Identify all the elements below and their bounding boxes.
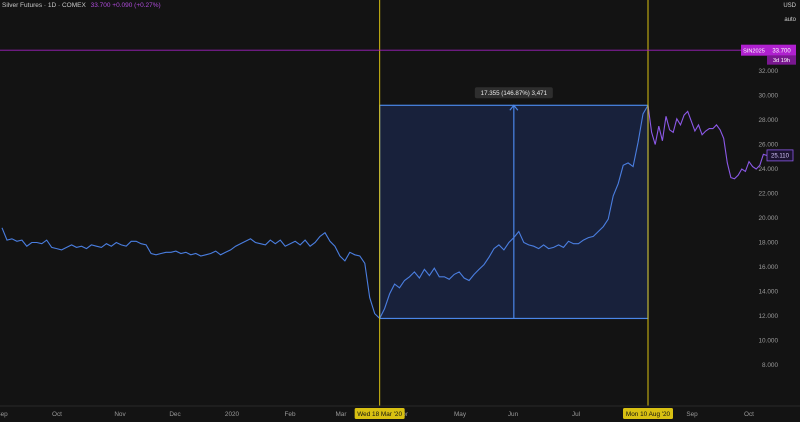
x-tick-label: Sep <box>686 411 698 418</box>
sin-price-badge: 33.700 <box>772 48 791 54</box>
x-tick-label: Jul <box>572 411 580 418</box>
y-tick-label: 16.000 <box>758 264 778 271</box>
sin-time-badge: 3d 19h <box>773 58 790 64</box>
sin-badge-label: SIN2025 <box>743 48 765 54</box>
y-tick-label: 22.000 <box>758 191 778 198</box>
chart-header: Silver Futures · 1D · COMEX 33.700 +0.09… <box>2 2 161 9</box>
y-tick-label: 32.000 <box>758 68 778 75</box>
x-tick-label: May <box>454 411 467 418</box>
y-tick-label: 14.000 <box>758 289 778 296</box>
top-right-controls: USD auto <box>783 3 796 31</box>
y-tick-label: 18.000 <box>758 240 778 247</box>
x-tick-label: Jun <box>508 411 519 418</box>
y-tick-label: 10.000 <box>758 338 778 345</box>
y-tick-label: 12.000 <box>758 313 778 320</box>
marker-date-label: Mon 10 Aug '20 <box>626 411 671 418</box>
y-tick-label: 20.000 <box>758 215 778 222</box>
last-price-badge: 25.110 <box>771 154 790 160</box>
x-tick-label: 2020 <box>225 411 240 418</box>
x-tick-label: Sep <box>0 411 8 418</box>
price-chart[interactable]: 17.355 (146.87%) 3,471 8.000 10.000 12.000… <box>0 0 800 422</box>
x-tick-label: Mar <box>335 411 347 418</box>
y-tick-label: 24.000 <box>758 166 778 173</box>
measure-label: 17.355 (146.87%) 3,471 <box>481 90 548 97</box>
x-tick-label: Nov <box>114 411 126 418</box>
x-tick-label: Dec <box>169 411 181 418</box>
currency-label[interactable]: USD <box>783 3 796 9</box>
quote-text: 33.700 +0.090 (+0.27%) <box>90 2 161 9</box>
y-tick-label: 28.000 <box>758 117 778 124</box>
y-tick-label: 8.000 <box>762 362 778 369</box>
auto-scale-button[interactable]: auto <box>783 17 796 23</box>
marker-date-label: Wed 18 Mar '20 <box>357 411 402 418</box>
x-tick-label: Oct <box>744 411 754 418</box>
x-tick-label: Feb <box>284 411 295 418</box>
x-tick-label: Oct <box>52 411 62 418</box>
y-tick-label: 30.000 <box>758 93 778 100</box>
symbol-title[interactable]: Silver Futures · 1D · COMEX <box>2 2 86 9</box>
y-tick-label: 26.000 <box>758 142 778 149</box>
